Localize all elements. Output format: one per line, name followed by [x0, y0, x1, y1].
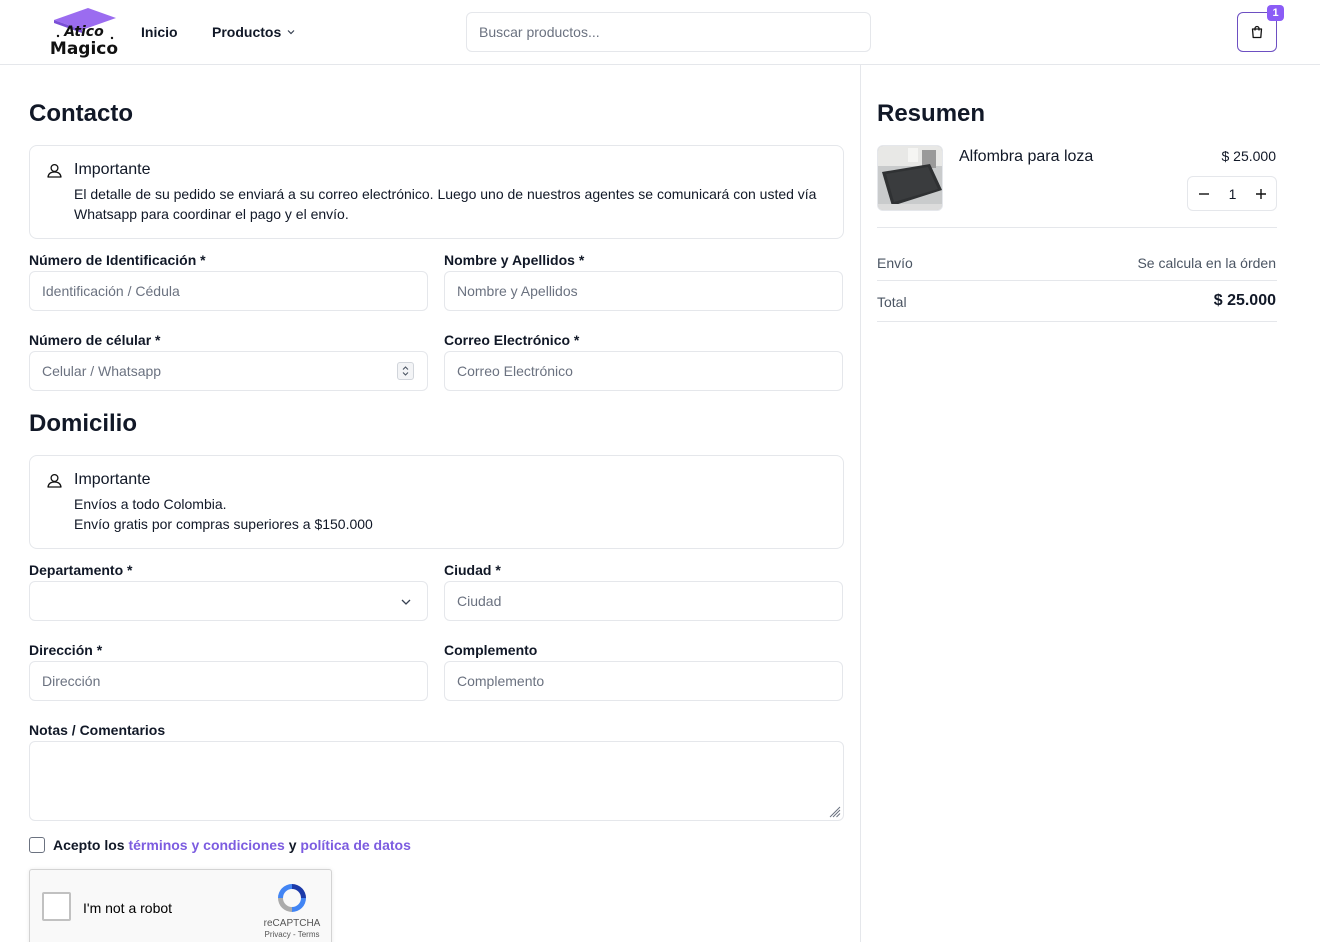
id-field[interactable] — [29, 271, 428, 311]
summary-title: Resumen — [877, 100, 986, 127]
cart-count-badge: 1 — [1267, 5, 1284, 21]
email-field[interactable] — [444, 351, 843, 391]
terms-joiner: y — [288, 837, 297, 853]
notice-title: Importante — [74, 471, 151, 488]
notice-body: Envíos a todo Colombia. Envío gratis por… — [74, 494, 834, 534]
search-input[interactable] — [466, 12, 871, 52]
notice-line-free-shipping: Envío gratis por compras superiores a $1… — [74, 516, 373, 532]
product-thumbnail[interactable] — [877, 145, 943, 211]
notice-body: El detalle de su pedido se enviará a su … — [74, 186, 817, 222]
brand-logo[interactable]: Atico Magico — [48, 6, 120, 59]
terms-consent: Acepto los términos y condiciones y polí… — [29, 837, 411, 853]
complement-label: Complemento — [444, 642, 538, 658]
plus-icon — [1256, 188, 1266, 199]
svg-text:Atico: Atico — [63, 24, 104, 40]
notice-line-coverage: Envíos a todo Colombia. — [74, 496, 227, 512]
address-label: Dirección * — [29, 642, 103, 658]
resize-handle-icon[interactable] — [829, 806, 841, 818]
contact-notice: Importante El detalle de su pedido se en… — [29, 145, 844, 239]
address-notice: Importante Envíos a todo Colombia. Envío… — [29, 455, 844, 549]
total-label: Total — [877, 294, 907, 310]
city-label: Ciudad * — [444, 562, 501, 578]
terms-link[interactable]: términos y condiciones — [128, 837, 284, 853]
number-spinner[interactable] — [397, 362, 414, 380]
chevron-down-icon — [287, 30, 295, 35]
chevron-down-icon — [401, 599, 411, 605]
column-divider — [860, 65, 861, 942]
nav-products-label: Productos — [212, 24, 282, 40]
complement-field[interactable] — [444, 661, 843, 701]
product-name: Alfombra para loza — [959, 148, 1094, 165]
contact-title: Contacto — [29, 100, 133, 127]
user-icon — [47, 163, 62, 178]
shipping-value: Se calcula en la órden — [1137, 255, 1276, 271]
spinner-arrows-icon — [402, 366, 409, 376]
summary-divider — [877, 280, 1277, 281]
email-label: Correo Electrónico * — [444, 332, 580, 348]
shopping-bag-icon — [1251, 25, 1263, 39]
phone-label: Número de célular * — [29, 332, 161, 348]
nav-home-link[interactable]: Inicio — [141, 24, 178, 40]
recaptcha-checkbox[interactable] — [42, 892, 71, 921]
recaptcha-brand: reCAPTCHA — [263, 918, 321, 929]
terms-checkbox[interactable] — [29, 837, 45, 853]
address-field[interactable] — [29, 661, 428, 701]
product-image — [878, 146, 942, 210]
summary-divider — [877, 227, 1277, 228]
recaptcha-label: I'm not a robot — [83, 900, 173, 916]
id-label: Número de Identificación * — [29, 252, 206, 268]
shipping-label: Envío — [877, 255, 913, 271]
quantity-stepper: 1 — [1187, 176, 1277, 211]
terms-prefix: Acepto los — [53, 837, 125, 853]
city-field[interactable] — [444, 581, 843, 621]
notes-textarea[interactable] — [29, 741, 844, 821]
notes-label: Notas / Comentarios — [29, 722, 166, 738]
address-title: Domicilio — [29, 410, 138, 437]
department-select[interactable] — [29, 581, 428, 621]
nav-products-menu[interactable]: Productos — [212, 24, 296, 40]
minus-icon — [1199, 192, 1209, 195]
recaptcha-logo-icon — [278, 884, 306, 912]
privacy-link[interactable]: política de datos — [300, 837, 410, 853]
department-label: Departamento * — [29, 562, 133, 578]
recaptcha-privacy-terms[interactable]: Privacy - Terms — [254, 930, 330, 939]
user-icon — [47, 473, 62, 488]
notice-title: Importante — [74, 161, 151, 178]
name-label: Nombre y Apellidos * — [444, 252, 585, 268]
decrease-quantity-button[interactable] — [1188, 177, 1220, 210]
product-price: $ 25.000 — [1221, 148, 1277, 164]
quantity-value[interactable]: 1 — [1220, 186, 1245, 202]
svg-text:Magico: Magico — [50, 39, 118, 58]
increase-quantity-button[interactable] — [1245, 177, 1277, 210]
phone-field[interactable] — [29, 351, 428, 391]
summary-divider — [877, 321, 1277, 322]
recaptcha-widget: I'm not a robot reCAPTCHA Privacy - Term… — [29, 869, 332, 942]
name-field[interactable] — [444, 271, 843, 311]
site-header: Atico Magico Inicio Productos 1 — [0, 0, 1320, 65]
total-value: $ 25.000 — [1213, 292, 1276, 309]
